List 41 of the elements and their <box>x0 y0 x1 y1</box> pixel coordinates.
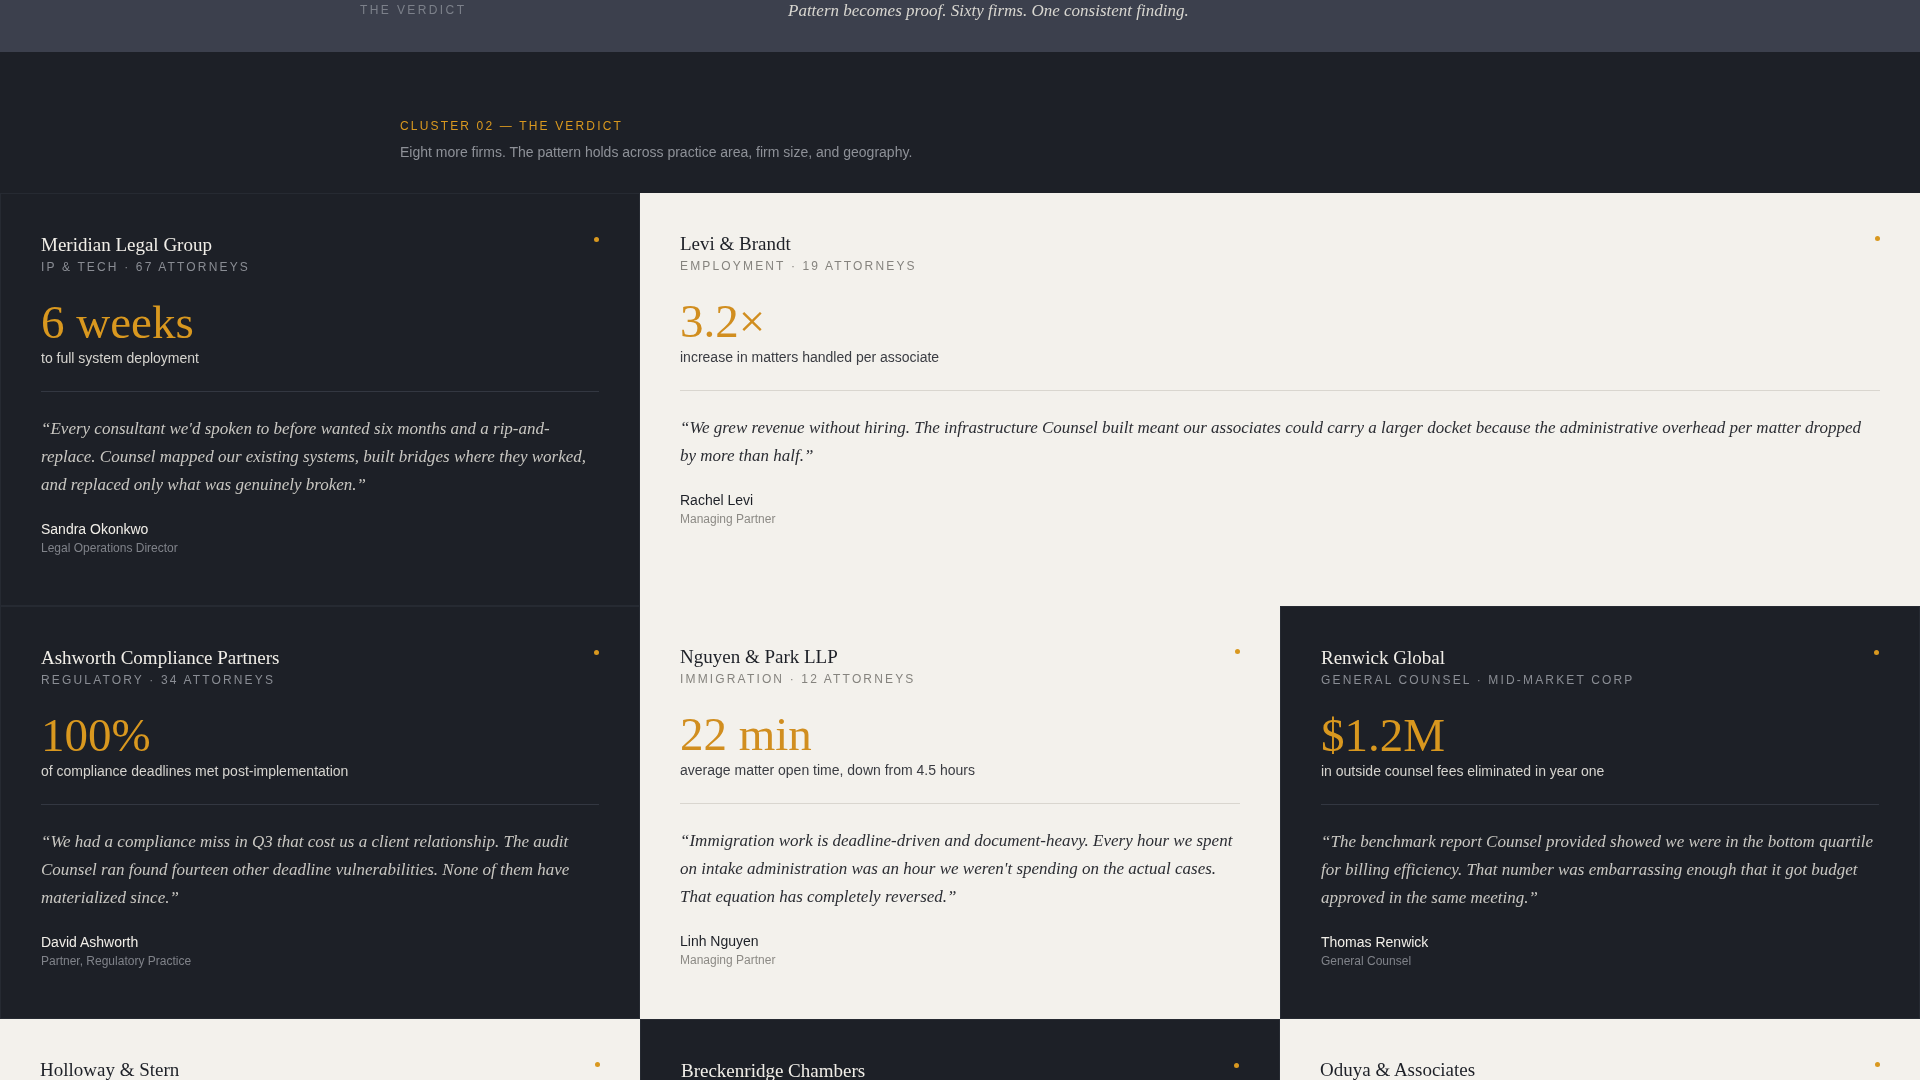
person-name: David Ashworth <box>41 933 140 952</box>
firm-meta: EMPLOYMENT · 19 ATTORNEYS <box>680 258 918 275</box>
person-role: Legal Operations Director <box>41 540 179 557</box>
person-name: Linh Nguyen <box>680 932 760 951</box>
firm-meta: GENERAL COUNSEL · MID-MARKET CORP <box>1321 672 1636 689</box>
person-name: Rachel Levi <box>680 491 755 510</box>
testimonial-quote: “Every consultant we'd spoken to before wanted six months and a rip-and-replace. Counsel mapped our existing systems, built bridges where they worked, and replaced only what was genuinely broken.” <box>41 418 587 496</box>
firm-name: Holloway & Stern <box>40 1058 180 1080</box>
testimonial-quote: “We had a compliance miss in Q3 that cost us a client relationship. The audit Counsel ran found fourteen other deadline vulnerabilities. None of them have materialized since.” <box>41 831 571 909</box>
person-role: Managing Partner <box>680 511 777 528</box>
firm-name: Nguyen & Park LLP <box>680 645 838 669</box>
person-name: Thomas Renwick <box>1321 933 1430 952</box>
firm-meta: IP & TECH · 67 ATTORNEYS <box>41 259 251 276</box>
firm-meta: IMMIGRATION · 12 ATTORNEYS <box>680 671 917 688</box>
testimonial-quote: “We grew revenue without hiring. The infrastructure Counsel built meant our associates could carry a larger docket because the administrative overhead per matter dropped by more than half.” <box>680 417 1863 467</box>
person-role: Partner, Regulatory Practice <box>41 953 193 970</box>
stat-label: increase in matters handled per associate <box>680 348 941 367</box>
tagline: Pattern becomes proof. Sixty firms. One consistent finding. <box>788 2 1189 20</box>
stat-value: 3.2× <box>680 295 767 347</box>
testimonial-quote: “Immigration work is deadline-driven and document-heavy. Every hour we spent on intake administration was an hour we weren't spending on the actual cases. That equation has completely reversed.” <box>680 830 1234 908</box>
testimonial-quote: “The benchmark report Counsel provided showed we were in the bottom quartile for billing efficiency. That number was embarrassing enough that it got budget approved in the same meeting.” <box>1321 831 1874 909</box>
stat-label: in outside counsel fees eliminated in year one <box>1321 762 1606 781</box>
person-name: Sandra Okonkwo <box>41 520 150 539</box>
section-subtitle: Eight more firms. The pattern holds across practice area, firm size, and geography. <box>400 143 914 161</box>
firm-name: Meridian Legal Group <box>41 233 212 257</box>
firm-meta: REGULATORY · 34 ATTORNEYS <box>41 672 277 689</box>
stat-value: $1.2M <box>1321 709 1447 761</box>
section-label: THE VERDICT <box>360 2 468 18</box>
stat-value: 100% <box>41 709 152 761</box>
stat-value: 22 min <box>680 708 813 760</box>
stat-label: of compliance deadlines met post-implementation <box>41 762 350 781</box>
firm-name: Oduya & Associates <box>1320 1058 1476 1080</box>
section-eyebrow: CLUSTER 02 — THE VERDICT <box>400 118 624 134</box>
firm-name: Ashworth Compliance Partners <box>41 646 280 670</box>
stat-value: 6 weeks <box>41 296 195 348</box>
firm-name: Renwick Global <box>1321 646 1445 670</box>
stat-label: average matter open time, down from 4.5 hours <box>680 761 976 780</box>
firm-name: Levi & Brandt <box>680 232 791 256</box>
stat-label: to full system deployment <box>41 349 200 368</box>
person-role: Managing Partner <box>680 952 777 969</box>
person-role: General Counsel <box>1321 953 1413 970</box>
